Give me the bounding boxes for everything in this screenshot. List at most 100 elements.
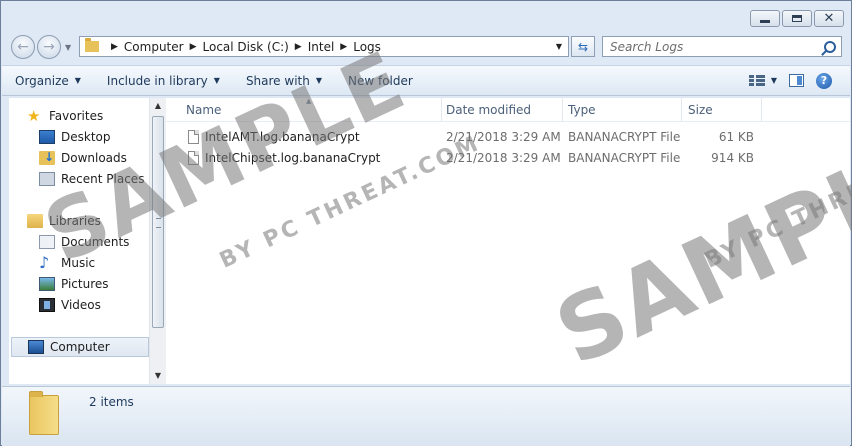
folder-icon [29, 391, 59, 435]
back-arrow-icon: ← [17, 39, 29, 55]
column-header-type-label: Type [568, 103, 596, 117]
nav-documents-label: Documents [61, 235, 130, 249]
breadcrumb: ▶ Computer ▶ Local Disk (C:) ▶ Intel ▶ L… [105, 40, 381, 54]
breadcrumb-separator-icon[interactable]: ▶ [340, 42, 347, 52]
new-folder-label: New folder [348, 73, 413, 88]
column-header-size[interactable]: Size [682, 98, 762, 122]
breadcrumb-separator-icon[interactable]: ▶ [295, 42, 302, 52]
address-bar[interactable]: ▶ Computer ▶ Local Disk (C:) ▶ Intel ▶ L… [79, 36, 569, 57]
maximize-button[interactable] [782, 10, 812, 27]
include-in-library-menu[interactable]: Include in library ▼ [94, 66, 233, 95]
file-row[interactable]: IntelAMT.log.bananaCrypt 2/21/2018 3:29 … [166, 126, 850, 147]
nav-libraries[interactable]: Libraries [27, 211, 101, 231]
share-with-label: Share with [245, 73, 310, 88]
recent-pages-dropdown[interactable]: ▼ [65, 43, 71, 52]
file-date: 2/21/2018 3:29 AM [446, 150, 561, 165]
file-list-pane: ▲ Name Date modified Type Size IntelAMT.… [166, 97, 850, 384]
help-icon[interactable]: ? [816, 72, 832, 89]
search-icon[interactable] [824, 40, 836, 53]
include-in-library-label: Include in library [106, 73, 208, 88]
file-name-cell: IntelAMT.log.bananaCrypt [166, 129, 442, 144]
nav-recent-places[interactable]: Recent Places [39, 169, 144, 189]
address-history-dropdown[interactable]: ▼ [550, 42, 568, 51]
libraries-icon [27, 214, 43, 228]
change-view-icon[interactable] [748, 74, 765, 87]
minimize-icon [760, 20, 770, 23]
forward-button[interactable]: → [37, 35, 61, 59]
window-controls: ✕ [750, 10, 844, 27]
nav-desktop-label: Desktop [61, 130, 111, 144]
toolbar-right: ▼ ? [748, 72, 850, 89]
nav-libraries-label: Libraries [49, 214, 101, 228]
organize-menu[interactable]: Organize ▼ [2, 66, 94, 95]
view-options-dropdown[interactable]: ▼ [771, 76, 777, 85]
maximize-icon [792, 15, 802, 22]
nav-music[interactable]: ♪ Music [39, 253, 95, 273]
nav-recent-places-label: Recent Places [61, 172, 145, 186]
breadcrumb-computer[interactable]: Computer [124, 40, 184, 54]
desktop-icon [39, 130, 55, 144]
file-rows: IntelAMT.log.bananaCrypt 2/21/2018 3:29 … [166, 126, 850, 168]
navigation-scrollbar[interactable]: ▲ ▼ [149, 98, 166, 384]
details-pane: 2 items [2, 386, 850, 446]
nav-desktop[interactable]: Desktop [39, 127, 111, 147]
share-with-menu[interactable]: Share with ▼ [233, 66, 335, 95]
breadcrumb-intel[interactable]: Intel [308, 40, 335, 54]
column-header-name[interactable]: ▲ Name [166, 97, 442, 122]
file-icon [188, 129, 199, 144]
file-name: IntelAMT.log.bananaCrypt [205, 129, 360, 144]
nav-downloads[interactable]: Downloads [39, 148, 127, 168]
column-header-size-label: Size [688, 103, 713, 117]
nav-documents[interactable]: Documents [39, 232, 129, 252]
computer-icon [28, 340, 44, 354]
item-count: 2 items [89, 395, 134, 409]
column-header-date-modified-label: Date modified [446, 103, 532, 117]
preview-pane-icon[interactable] [789, 74, 804, 87]
scrollbar-thumb[interactable] [152, 116, 164, 328]
column-header-name-label: Name [186, 103, 222, 117]
nav-favorites[interactable]: ★ Favorites [27, 106, 103, 126]
scroll-down-icon[interactable]: ▼ [150, 368, 166, 384]
nav-computer[interactable]: Computer [11, 337, 149, 357]
star-icon: ★ [27, 107, 41, 125]
column-header-type[interactable]: Type [563, 98, 682, 122]
new-folder-button[interactable]: New folder [335, 66, 426, 95]
videos-icon [39, 298, 55, 312]
file-type: BANANACRYPT File [568, 129, 681, 144]
back-button[interactable]: ← [11, 35, 35, 59]
close-button[interactable]: ✕ [814, 10, 844, 27]
chevron-down-icon: ▼ [74, 76, 81, 85]
search-box [602, 36, 842, 57]
breadcrumb-logs[interactable]: Logs [353, 40, 381, 54]
history-buttons: ← → ▼ [11, 35, 71, 59]
file-row[interactable]: IntelChipset.log.bananaCrypt 2/21/2018 3… [166, 147, 850, 168]
breadcrumb-separator-icon[interactable]: ▶ [111, 42, 118, 52]
nav-videos[interactable]: Videos [39, 295, 101, 315]
folder-icon [85, 38, 99, 52]
downloads-icon [39, 150, 55, 165]
file-type: BANANACRYPT File [568, 150, 681, 165]
chevron-down-icon: ▼ [315, 76, 322, 85]
nav-videos-label: Videos [61, 298, 101, 312]
refresh-button[interactable]: ⇆ [571, 36, 595, 57]
file-size: 914 KB [711, 150, 754, 165]
nav-music-label: Music [61, 256, 96, 270]
nav-pictures[interactable]: Pictures [39, 274, 109, 294]
explorer-window: ✕ ← → ▼ ▶ Computer ▶ Local Disk (C:) ▶ I… [0, 0, 852, 446]
breadcrumb-separator-icon[interactable]: ▶ [190, 42, 197, 52]
chevron-down-icon: ▼ [213, 76, 220, 85]
scroll-up-icon[interactable]: ▲ [150, 98, 166, 114]
close-icon: ✕ [823, 11, 835, 26]
pictures-icon [39, 277, 55, 291]
minimize-button[interactable] [750, 10, 780, 27]
navigation-pane: ★ Favorites Desktop Downloads Recent Pla… [9, 98, 149, 384]
documents-icon [39, 235, 55, 249]
breadcrumb-local-disk[interactable]: Local Disk (C:) [203, 40, 289, 54]
sort-ascending-icon: ▲ [306, 97, 312, 105]
grip-icon [156, 218, 161, 228]
file-name: IntelChipset.log.bananaCrypt [205, 150, 381, 165]
search-input[interactable] [610, 39, 810, 54]
column-header-date-modified[interactable]: Date modified [442, 98, 563, 122]
music-icon: ♪ [39, 253, 50, 272]
file-icon [188, 150, 199, 165]
